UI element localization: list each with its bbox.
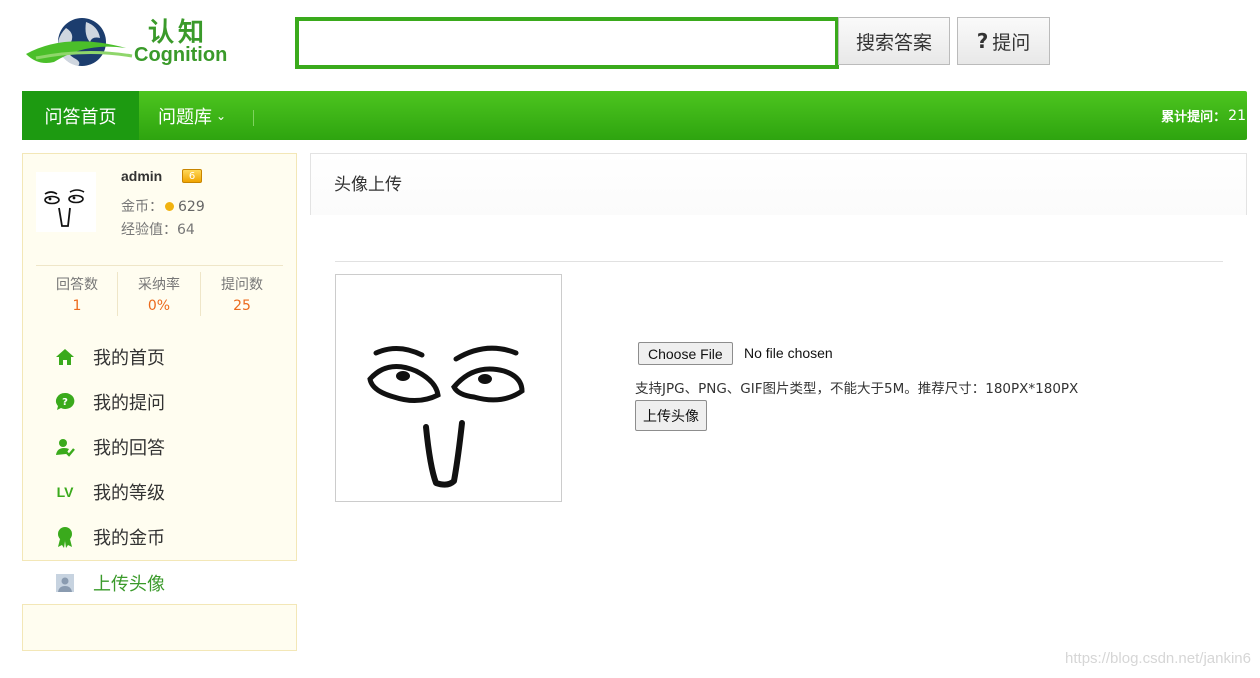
coin-icon	[165, 202, 174, 211]
sidebar-item-my-home[interactable]: 我的首页	[22, 334, 297, 379]
total-questions-label: 累计提问：	[1161, 110, 1227, 125]
level-icon: LV	[54, 481, 76, 503]
sidebar-item-label: 上传头像	[93, 573, 165, 595]
nav-library-tab[interactable]: 问题库 ⌄	[158, 91, 226, 140]
stat-label: 采纳率	[138, 277, 180, 293]
panel-header	[310, 153, 1247, 215]
page-title: 头像上传	[334, 175, 402, 195]
stat-value: 1	[72, 298, 82, 314]
stat-value: 25	[233, 298, 251, 314]
stats-divider-line	[36, 265, 283, 266]
coins-value: 629	[178, 199, 205, 215]
sidebar-item-label: 我的回答	[93, 437, 165, 459]
question-mark-icon: ?	[976, 29, 989, 53]
file-status-text: No file chosen	[744, 345, 833, 361]
sidebar-item-label: 我的提问	[93, 392, 165, 414]
total-questions: 累计提问： 21	[1161, 91, 1246, 140]
nav-library-label: 问题库	[158, 106, 212, 128]
username[interactable]: admin	[121, 168, 162, 184]
avatar-upload-icon	[54, 572, 76, 594]
upload-hint: 支持JPG、PNG、GIF图片类型，不能大于5M。推荐尺寸：180PX*180P…	[635, 381, 1079, 397]
sidebar-item-my-level[interactable]: LV 我的等级	[22, 469, 297, 514]
search-input[interactable]	[295, 17, 839, 69]
ask-question-button[interactable]: ? 提问	[957, 17, 1050, 65]
upload-avatar-button[interactable]: 上传头像	[635, 400, 707, 431]
stat-answers[interactable]: 回答数 1	[36, 274, 118, 314]
nav-home-tab[interactable]: 问答首页	[22, 91, 139, 140]
sidebar-item-label: 我的等级	[93, 482, 165, 504]
globe-logo-icon	[26, 18, 133, 66]
content-divider	[335, 261, 1223, 262]
meme-face-preview-icon	[367, 345, 525, 488]
home-icon	[54, 346, 76, 368]
svg-text:?: ?	[62, 397, 68, 408]
sidebar-item-my-answers[interactable]: 我的回答	[22, 424, 297, 469]
user-experience: 经验值：64	[121, 219, 195, 239]
choose-file-button[interactable]: Choose File	[638, 342, 733, 365]
nav-divider	[253, 110, 254, 126]
user-avatar[interactable]	[36, 172, 96, 232]
medal-icon	[54, 526, 76, 548]
coins-label: 金币：	[121, 199, 163, 215]
stat-value: 0%	[147, 298, 171, 314]
stat-label: 回答数	[56, 277, 98, 293]
avatar-preview	[335, 274, 562, 502]
chevron-down-icon: ⌄	[216, 108, 227, 123]
watermark: https://blog.csdn.net/jankin6	[1065, 650, 1251, 667]
stat-adoption-rate[interactable]: 采纳率 0%	[118, 274, 200, 314]
search-button[interactable]: 搜索答案	[838, 17, 950, 65]
sidebar-item-label: 我的首页	[93, 347, 165, 369]
stat-label: 提问数	[221, 277, 263, 293]
sidebar-item-my-coins[interactable]: 我的金币	[22, 514, 297, 559]
sidebar-item-my-questions[interactable]: ? 我的提问	[22, 379, 297, 424]
sidebar-item-label: 我的金币	[93, 527, 165, 549]
level-icon-text: LV	[56, 483, 74, 500]
exp-value: 64	[177, 222, 195, 238]
sidebar-item-upload-avatar[interactable]: 上传头像	[22, 560, 297, 605]
exp-label: 经验值：	[121, 222, 177, 238]
question-bubble-icon: ?	[54, 391, 76, 413]
user-check-icon	[54, 436, 76, 458]
level-badge: 6	[182, 169, 202, 183]
meme-face-avatar-icon	[44, 189, 85, 227]
ask-button-label: 提问	[992, 31, 1031, 54]
logo-text-en: Cognition	[134, 44, 228, 66]
stat-questions[interactable]: 提问数 25	[201, 274, 283, 314]
user-coins: 金币： 629	[121, 196, 205, 216]
total-questions-value: 21	[1228, 107, 1246, 124]
